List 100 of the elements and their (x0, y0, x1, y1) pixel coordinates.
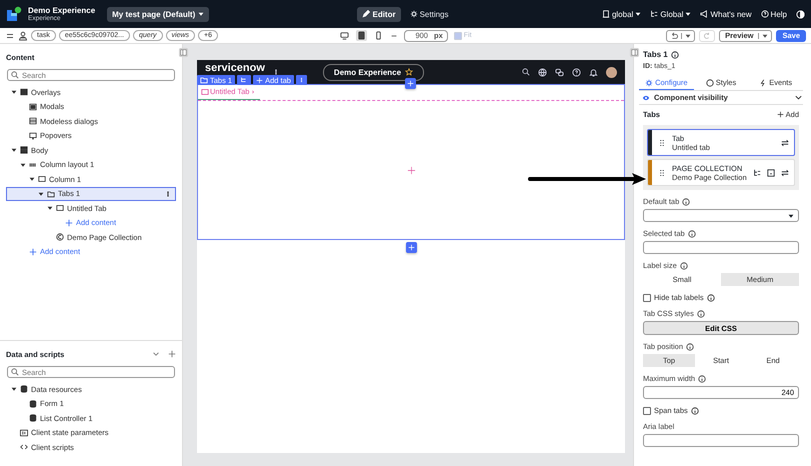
caret-down-icon (685, 11, 692, 17)
caret-down-icon (38, 190, 44, 197)
add-button[interactable] (406, 242, 416, 253)
app-title: Demo Experience (28, 6, 96, 14)
hierarchy-button[interactable] (237, 75, 252, 85)
caret-down-icon (11, 386, 17, 392)
help-icon (572, 68, 581, 76)
app-logo (6, 6, 22, 22)
columns-icon (29, 160, 37, 169)
hierarchy-icon (753, 168, 761, 176)
container-icon (56, 204, 64, 212)
panel-icon (631, 49, 638, 56)
plus-icon (256, 76, 264, 84)
header-menu[interactable]: global (602, 10, 642, 18)
popover-icon (29, 132, 37, 140)
mode-tab[interactable]: Editor (357, 6, 401, 22)
swap-icon (781, 168, 789, 176)
collapse-panel-button[interactable] (179, 48, 188, 57)
frame-icon (767, 168, 775, 176)
hierarchy-icon (240, 76, 248, 84)
swap-icon (781, 138, 789, 146)
help-icon (760, 10, 769, 18)
tab-icon (201, 88, 209, 96)
folder-icon (200, 76, 208, 84)
undo-icon (670, 32, 678, 40)
page-dropdown[interactable]: My test page (Default) (107, 6, 210, 22)
checkbox[interactable] (643, 294, 651, 302)
panel-icon (180, 49, 187, 56)
more-button[interactable] (296, 75, 307, 85)
search-icon (522, 68, 530, 76)
mobile-icon (374, 31, 384, 40)
tablet-icon (357, 31, 366, 40)
plus-icon (29, 248, 37, 256)
brand-logo: servicenow (205, 63, 265, 74)
add-button[interactable] (405, 78, 416, 89)
modal-icon (29, 102, 37, 111)
input-field[interactable] (643, 434, 799, 447)
component-title: Tabs 1 (643, 50, 668, 59)
chevron-down-icon (794, 93, 803, 102)
plus-icon (407, 80, 414, 87)
header-menu[interactable]: What's new (700, 10, 752, 18)
container-icon (38, 175, 46, 184)
caret-down-icon (788, 212, 794, 218)
more-icon (165, 190, 171, 198)
circle-icon (706, 78, 714, 86)
avatar[interactable] (606, 66, 617, 78)
globe-icon (538, 68, 547, 76)
building-icon (602, 10, 610, 18)
chevron-down-icon (152, 350, 160, 358)
gear-icon (645, 78, 654, 86)
caret-down-icon (20, 162, 26, 168)
bell-icon (589, 68, 598, 76)
caret-down-icon (685, 32, 692, 38)
plus-icon (65, 218, 73, 227)
contrast-icon (796, 10, 805, 18)
plus-icon (168, 350, 176, 358)
more-icon (272, 68, 279, 76)
eye-icon (642, 94, 650, 102)
layout-icon (20, 146, 28, 154)
hierarchy-icon (650, 10, 658, 18)
caret-down-icon (762, 32, 768, 38)
chevron-right-icon (250, 88, 256, 94)
desktop-icon (340, 31, 350, 40)
caret-down-icon (47, 205, 53, 212)
database-icon (20, 385, 28, 394)
person-icon (18, 30, 28, 40)
info-icon (670, 50, 679, 58)
star-icon (405, 68, 414, 76)
parameters-icon (20, 428, 28, 437)
megaphone-icon (700, 10, 708, 18)
pencil-icon (362, 10, 370, 18)
redo-icon (703, 32, 712, 40)
database-icon (29, 400, 37, 408)
lightning-icon (759, 78, 768, 86)
dialog-icon (29, 117, 37, 126)
collapse-panel-button[interactable] (630, 48, 639, 57)
plus-icon (408, 244, 414, 251)
database-icon (29, 414, 37, 422)
gear-icon (410, 10, 418, 18)
caret-down-icon (635, 11, 642, 17)
collection-icon (56, 233, 64, 242)
checkbox[interactable] (643, 406, 651, 414)
desktop-view-button[interactable] (339, 30, 350, 41)
dropdown-field[interactable] (643, 209, 799, 222)
plus-icon (406, 166, 416, 174)
header-menu[interactable]: Help (760, 10, 787, 18)
caret-down-icon (11, 89, 17, 96)
panel-icon (20, 88, 28, 96)
caret-down-icon (198, 11, 204, 17)
caret-down-icon (29, 176, 35, 182)
folder-icon (47, 190, 55, 198)
header-menu[interactable]: Global (650, 10, 692, 18)
more-icon (298, 76, 304, 84)
tablet-view-button[interactable] (356, 30, 368, 41)
caret-down-icon (11, 147, 17, 154)
chat-icon (555, 68, 564, 76)
mode-tab[interactable]: Settings (404, 6, 454, 22)
plus-icon (776, 111, 784, 118)
input-field[interactable] (643, 241, 799, 254)
code-icon (20, 443, 28, 452)
